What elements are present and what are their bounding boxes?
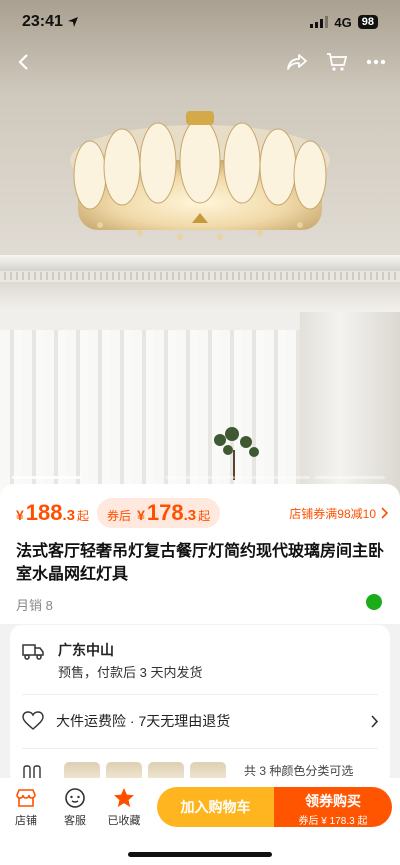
tab-favorite[interactable]: 已收藏 xyxy=(102,786,146,828)
chandelier-image xyxy=(70,111,330,240)
gallery-indicator xyxy=(165,476,235,479)
coupon-buy-sublabel: 券后 ¥ 178.3 起 xyxy=(298,816,368,827)
product-title: 法式客厅轻奢吊灯复古餐厅灯简约现代玻璃房间主卧室水晶网红灯具 xyxy=(16,543,385,583)
chevron-right-icon xyxy=(381,507,388,519)
wechat-share-icon[interactable] xyxy=(366,594,382,610)
assurance-text: 大件运费险 · 7天无理由退货 xyxy=(56,713,231,729)
ceiling-molding-trim xyxy=(0,272,400,280)
truck-icon xyxy=(22,644,44,660)
coupon-decimal: .3 xyxy=(183,507,197,524)
coupon-buy-button[interactable]: 领券购买 券后 ¥ 178.3 起 xyxy=(274,787,392,827)
share-icon[interactable] xyxy=(286,52,308,72)
add-to-cart-button[interactable]: 加入购物车 xyxy=(157,787,274,827)
status-indicators: 4G 98 xyxy=(310,15,378,30)
more-icon[interactable] xyxy=(366,59,386,65)
coupon-suffix: 起 xyxy=(198,509,211,523)
gallery-indicator xyxy=(315,476,385,479)
battery-indicator: 98 xyxy=(357,15,378,29)
coupon-buy-label: 领券购买 xyxy=(305,793,361,809)
tab-store-label: 店铺 xyxy=(15,815,37,827)
status-bar: 23:41 4G 98 xyxy=(0,0,400,44)
coupon-tag: 券后 xyxy=(107,509,132,523)
price: ¥ 188 .3 起 xyxy=(16,500,89,526)
tab-store[interactable]: 店铺 xyxy=(4,786,48,828)
price-integer: 188 xyxy=(25,500,63,525)
nav-actions xyxy=(286,52,386,72)
gallery-indicator-active xyxy=(12,476,82,479)
chat-icon xyxy=(65,788,85,808)
status-time: 23:41 xyxy=(22,13,63,30)
plant-image xyxy=(214,427,259,480)
sku-more-text: 共 3 种颜色分类可选 xyxy=(244,764,354,778)
tab-favorite-label: 已收藏 xyxy=(107,815,141,827)
divider xyxy=(22,748,378,749)
ceiling-molding xyxy=(0,255,400,271)
divider xyxy=(22,694,378,695)
coupon-integer: 178 xyxy=(146,500,184,525)
nav-bar xyxy=(0,44,400,80)
signal-icon xyxy=(310,16,329,28)
price-suffix: 起 xyxy=(77,509,90,523)
heart-icon xyxy=(22,711,44,730)
star-icon xyxy=(114,788,134,807)
monthly-sales: 月销 8 xyxy=(16,598,53,613)
location-arrow-icon xyxy=(67,17,78,27)
home-indicator[interactable] xyxy=(128,852,272,857)
network-label: 4G xyxy=(334,14,352,30)
cart-icon[interactable] xyxy=(326,52,348,72)
chevron-right-icon xyxy=(371,714,378,728)
coupon-price: ¥ 178 .3 起 xyxy=(137,500,210,526)
status-time-group: 23:41 xyxy=(22,13,79,31)
price-row: ¥ 188 .3 起 券后 ¥ 178 .3 起 店铺券满98减10 xyxy=(16,498,388,528)
assurance-row[interactable]: 大件运费险 · 7天无理由退货 xyxy=(22,708,378,734)
store-icon xyxy=(16,789,36,807)
tab-customer-service-label: 客服 xyxy=(64,815,86,827)
shipping-origin: 广东中山 xyxy=(58,642,114,658)
coupon-price-badge: 券后 ¥ 178 .3 起 xyxy=(97,498,221,528)
ceiling-cornice xyxy=(0,282,400,312)
store-coupon-link[interactable]: 店铺券满98减10 xyxy=(289,505,388,522)
back-icon[interactable] xyxy=(14,52,34,72)
price-decimal: .3 xyxy=(62,507,76,524)
shipping-note: 预售，付款后 3 天内发货 xyxy=(58,665,203,680)
tab-customer-service[interactable]: 客服 xyxy=(53,786,97,828)
gallery-indicator xyxy=(240,476,310,479)
store-coupon-label: 店铺券满98减10 xyxy=(289,506,376,521)
price-currency: ¥ xyxy=(16,507,24,523)
coupon-currency: ¥ xyxy=(137,507,145,523)
